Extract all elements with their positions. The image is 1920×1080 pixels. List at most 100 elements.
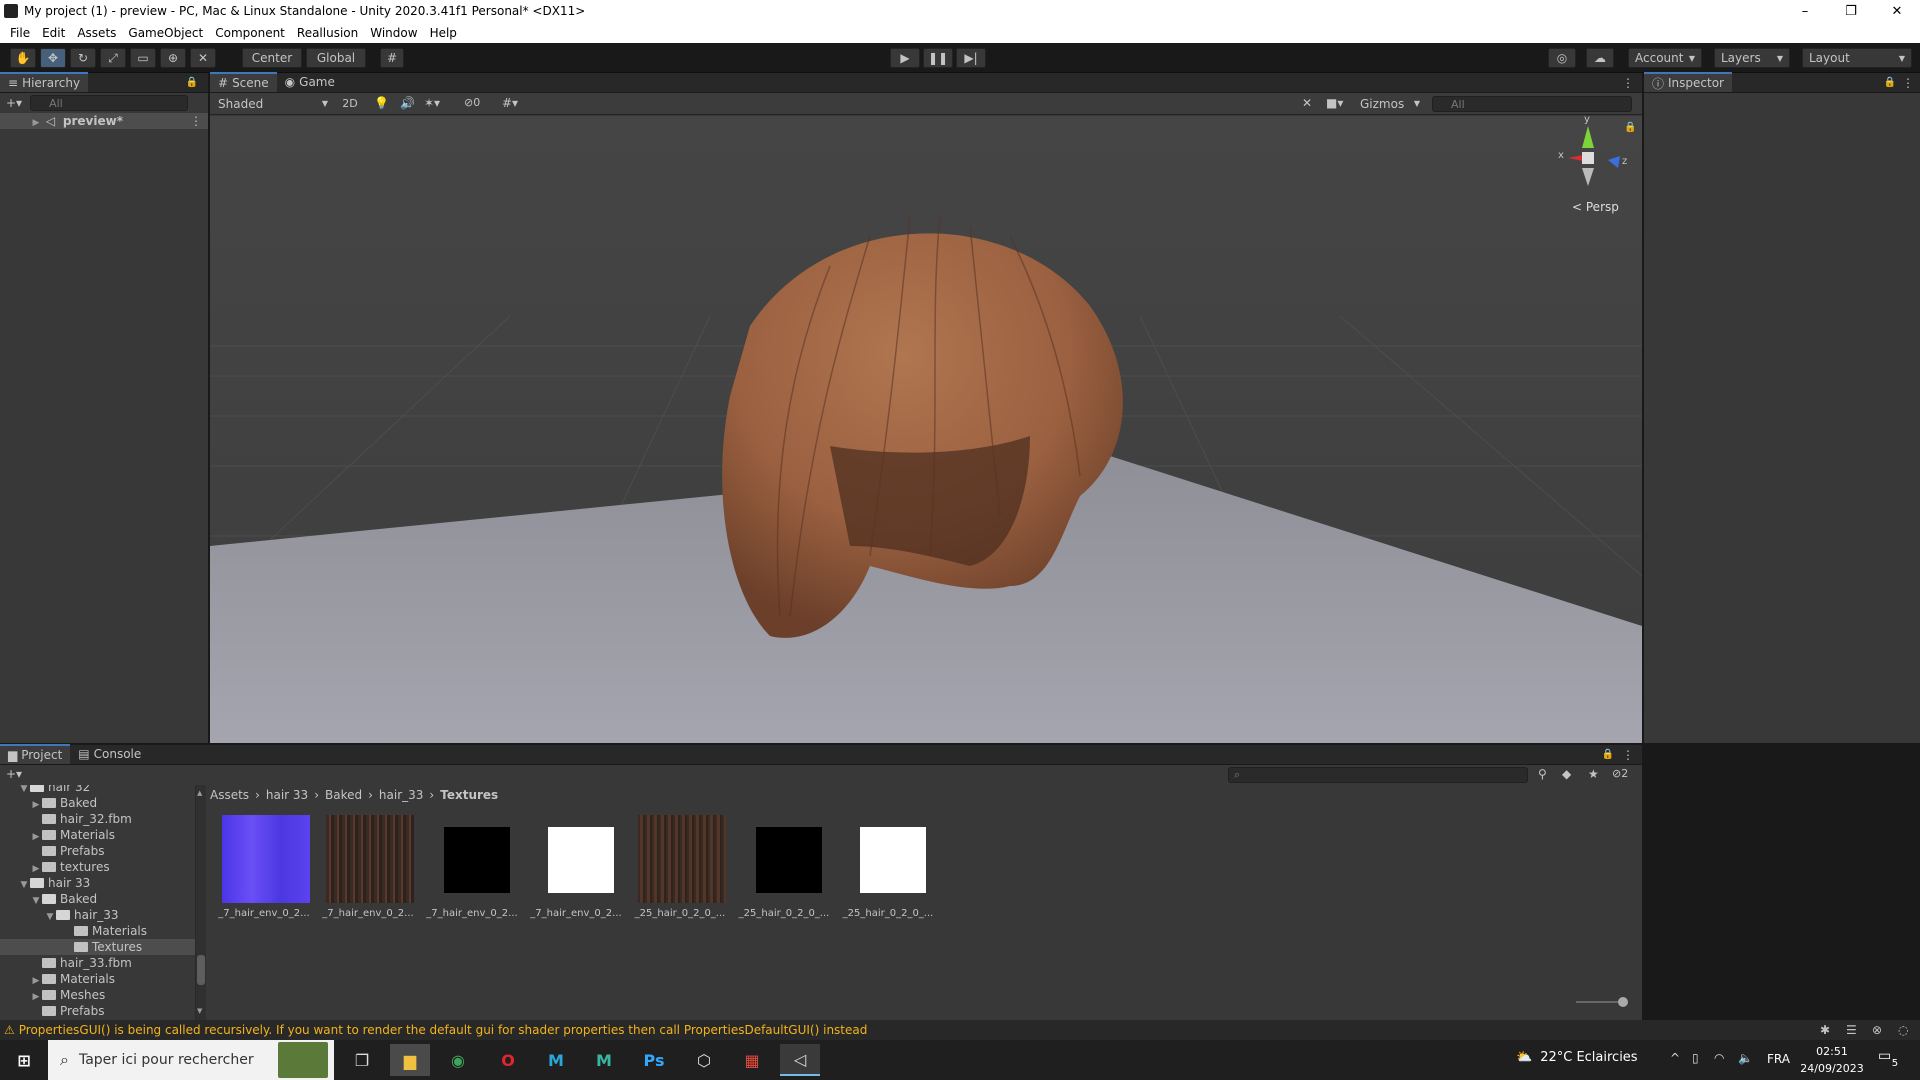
- asset-item[interactable]: _7_hair_env_0_2...: [524, 815, 624, 925]
- 2d-mode-toggle[interactable]: 2D: [338, 95, 362, 112]
- more-options-icon[interactable]: ⋮: [1622, 748, 1634, 762]
- menu-file[interactable]: File: [10, 26, 30, 40]
- projection-toggle[interactable]: < Persp: [1572, 200, 1619, 214]
- tree-scrollbar[interactable]: ▲ ▼: [196, 785, 206, 1020]
- task-view-button[interactable]: ❐: [342, 1044, 382, 1076]
- tab-project[interactable]: ▆ Project: [0, 744, 71, 764]
- thumbnail-size-slider[interactable]: [1576, 997, 1628, 1007]
- hierarchy-scene-row[interactable]: ▶ ◁ preview* ⋮: [0, 113, 208, 129]
- maximize-button[interactable]: ❐: [1828, 4, 1874, 19]
- tab-scene[interactable]: # Scene: [210, 72, 277, 92]
- layers-dropdown[interactable]: Layers ▼: [1714, 48, 1790, 68]
- move-tool-button[interactable]: ✥: [40, 48, 66, 68]
- tab-inspector[interactable]: ⓘ Inspector: [1644, 72, 1732, 92]
- lock-icon[interactable]: 🔒: [186, 77, 198, 88]
- pivot-global-toggle[interactable]: Global: [306, 48, 366, 68]
- taskbar-file-explorer[interactable]: ▆: [390, 1044, 430, 1076]
- taskbar-unity-editor[interactable]: ◁: [780, 1044, 820, 1076]
- layout-dropdown[interactable]: Layout ▼: [1802, 48, 1912, 68]
- wifi-icon[interactable]: ◠: [1714, 1051, 1724, 1065]
- hand-tool-button[interactable]: ✋: [10, 48, 36, 68]
- account-dropdown[interactable]: Account ▼: [1628, 48, 1702, 68]
- progress-icon[interactable]: ◌: [1898, 1023, 1908, 1037]
- windows-start-button[interactable]: ⊞: [4, 1044, 44, 1076]
- tree-item[interactable]: ▼ hair_33: [0, 907, 195, 923]
- tree-item[interactable]: ▶ textures: [0, 859, 195, 875]
- hierarchy-search-input[interactable]: All: [30, 95, 189, 111]
- clock[interactable]: 02:51 24/09/2023: [1800, 1043, 1864, 1077]
- tree-item[interactable]: ▶ Meshes: [0, 987, 195, 1003]
- scroll-down-icon[interactable]: ▼: [197, 1007, 205, 1015]
- tree-item[interactable]: ▼ Baked: [0, 891, 195, 907]
- add-icon[interactable]: +▾: [6, 767, 22, 781]
- tab-game[interactable]: ◉ Game: [277, 72, 343, 92]
- breadcrumb-current[interactable]: Textures: [440, 788, 498, 802]
- notification-center[interactable]: ▭ 5: [1878, 1048, 1902, 1069]
- grid-toggle-icon[interactable]: #▾: [502, 96, 518, 110]
- tab-hierarchy[interactable]: ≡ Hierarchy: [0, 72, 89, 92]
- lock-icon[interactable]: 🔒: [1884, 77, 1896, 88]
- rect-tool-button[interactable]: ▭: [130, 48, 156, 68]
- play-button[interactable]: ▶: [890, 48, 920, 68]
- weather-widget[interactable]: ⛅ 22°C Eclaircies: [1516, 1050, 1638, 1065]
- tree-item[interactable]: hair_32.fbm: [0, 811, 195, 827]
- volume-icon[interactable]: 🔈: [1738, 1051, 1753, 1065]
- tools-icon[interactable]: ✕: [1302, 96, 1312, 110]
- breadcrumb-item[interactable]: hair_33: [379, 788, 424, 802]
- menu-reallusion[interactable]: Reallusion: [297, 26, 358, 40]
- debug-icon[interactable]: ✱: [1820, 1023, 1830, 1037]
- device-icon[interactable]: ▯: [1692, 1051, 1699, 1065]
- taskbar-unity-hub[interactable]: ⬡: [684, 1044, 724, 1076]
- taskbar-app[interactable]: ▦: [732, 1044, 772, 1076]
- tree-item-selected[interactable]: Textures: [0, 939, 195, 955]
- asset-item[interactable]: _7_hair_env_0_2...: [316, 815, 416, 925]
- tree-item[interactable]: ▼ hair 33: [0, 875, 195, 891]
- breadcrumb-item[interactable]: Assets: [210, 788, 249, 802]
- scene-viewport[interactable]: y x z 🔒 < Persp: [210, 116, 1642, 743]
- gizmos-dropdown[interactable]: Gizmos ▼: [1360, 95, 1420, 112]
- transform-tool-button[interactable]: ⊕: [160, 48, 186, 68]
- tree-item[interactable]: ▼ hair 32: [0, 785, 195, 795]
- menu-assets[interactable]: Assets: [77, 26, 116, 40]
- asset-item[interactable]: _25_hair_0_2_0_...: [836, 815, 936, 925]
- step-button[interactable]: ▶|: [956, 48, 986, 68]
- tree-item[interactable]: ▶ Materials: [0, 971, 195, 987]
- filter-label-icon[interactable]: ◆: [1562, 767, 1571, 781]
- chevron-up-icon[interactable]: ^: [1670, 1051, 1680, 1065]
- menu-edit[interactable]: Edit: [42, 26, 65, 40]
- more-options-icon[interactable]: ⋮: [190, 113, 202, 129]
- minimize-button[interactable]: –: [1782, 4, 1828, 19]
- lighting-icon[interactable]: 💡: [374, 96, 389, 110]
- breadcrumb-item[interactable]: hair 33: [266, 788, 308, 802]
- scroll-up-icon[interactable]: ▲: [197, 789, 205, 797]
- taskbar-maya[interactable]: M: [536, 1044, 576, 1076]
- grid-snap-button[interactable]: #: [380, 48, 404, 68]
- shading-mode-dropdown[interactable]: Shaded ▼: [214, 95, 332, 112]
- taskbar-search-input[interactable]: ⌕ Taper ici pour rechercher: [48, 1040, 334, 1080]
- breadcrumb-item[interactable]: Baked: [325, 788, 362, 802]
- taskbar-opera[interactable]: O: [488, 1044, 528, 1076]
- menu-component[interactable]: Component: [215, 26, 285, 40]
- menu-gameobject[interactable]: GameObject: [128, 26, 203, 40]
- tree-item[interactable]: Materials: [0, 923, 195, 939]
- audio-icon[interactable]: 🔊: [400, 96, 415, 110]
- bug-icon[interactable]: ☰: [1846, 1023, 1857, 1037]
- camera-icon[interactable]: ■▾: [1326, 96, 1343, 110]
- scene-search-input[interactable]: All: [1432, 96, 1632, 112]
- tree-item[interactable]: Prefabs: [0, 843, 195, 859]
- project-search-input[interactable]: ⌕: [1228, 767, 1528, 783]
- filter-type-icon[interactable]: ⚲: [1538, 767, 1547, 781]
- taskbar-chrome[interactable]: ◉: [438, 1044, 478, 1076]
- tree-item[interactable]: hair_33.fbm: [0, 955, 195, 971]
- collab-button[interactable]: ◎: [1548, 48, 1576, 68]
- hidden-objects-toggle[interactable]: ⊘0: [464, 96, 480, 109]
- asset-item[interactable]: _7_hair_env_0_2...: [212, 815, 312, 925]
- asset-item[interactable]: _25_hair_0_2_0_...: [628, 815, 728, 925]
- menu-help[interactable]: Help: [430, 26, 457, 40]
- hidden-packages-toggle[interactable]: ⊘2: [1612, 767, 1628, 780]
- close-button[interactable]: ✕: [1874, 4, 1920, 19]
- scale-tool-button[interactable]: ⤢: [100, 48, 126, 68]
- cloud-button[interactable]: ☁: [1586, 48, 1614, 68]
- slider-handle[interactable]: [1618, 997, 1628, 1007]
- more-options-icon[interactable]: ⋮: [1622, 76, 1634, 90]
